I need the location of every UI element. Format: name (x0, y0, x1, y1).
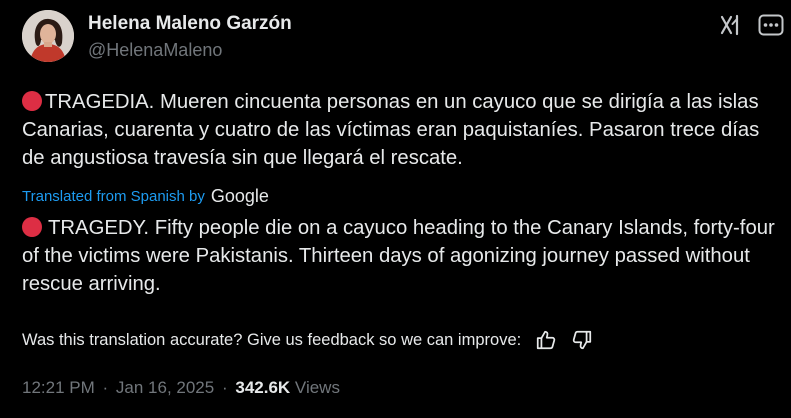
author-handle[interactable]: @HelenaMaleno (88, 40, 222, 61)
red-circle-icon (22, 217, 42, 237)
post-translated-body: TRAGEDY. Fifty people die on a cayuco he… (22, 217, 775, 295)
meta-separator: · (221, 378, 228, 397)
translation-attribution[interactable]: Translated from Spanish by Google (22, 186, 269, 207)
views-label: Views (294, 378, 340, 397)
translated-label: Translated from Spanish by (22, 188, 205, 205)
google-logo: Google (210, 186, 269, 206)
grok-icon[interactable] (719, 14, 745, 36)
post-original-body: TRAGEDIA. Mueren cincuenta personas en u… (22, 91, 760, 169)
post-translated-text: TRAGEDY. Fifty people die on a cayuco he… (22, 214, 782, 298)
views-count: 342.6K (235, 378, 291, 397)
thumbs-down-icon[interactable] (571, 329, 593, 351)
author-avatar[interactable] (22, 10, 74, 62)
post-time[interactable]: 12:21 PM (22, 378, 95, 397)
more-options-icon[interactable] (758, 14, 784, 36)
red-circle-icon (22, 91, 42, 111)
translation-feedback: Was this translation accurate? Give us f… (22, 329, 593, 351)
thumbs-up-icon[interactable] (535, 329, 557, 351)
post-date[interactable]: Jan 16, 2025 (116, 378, 214, 397)
feedback-prompt: Was this translation accurate? Give us f… (22, 330, 522, 349)
post-original-text: TRAGEDIA. Mueren cincuenta personas en u… (22, 88, 782, 172)
post-metadata: 12:21 PM · Jan 16, 2025 · 342.6K Views (22, 378, 340, 398)
author-name[interactable]: Helena Maleno Garzón (88, 13, 292, 35)
tweet-detail: Helena Maleno Garzón @HelenaMaleno TRAGE… (0, 0, 791, 418)
meta-separator: · (102, 378, 109, 397)
avatar-photo (22, 10, 74, 62)
